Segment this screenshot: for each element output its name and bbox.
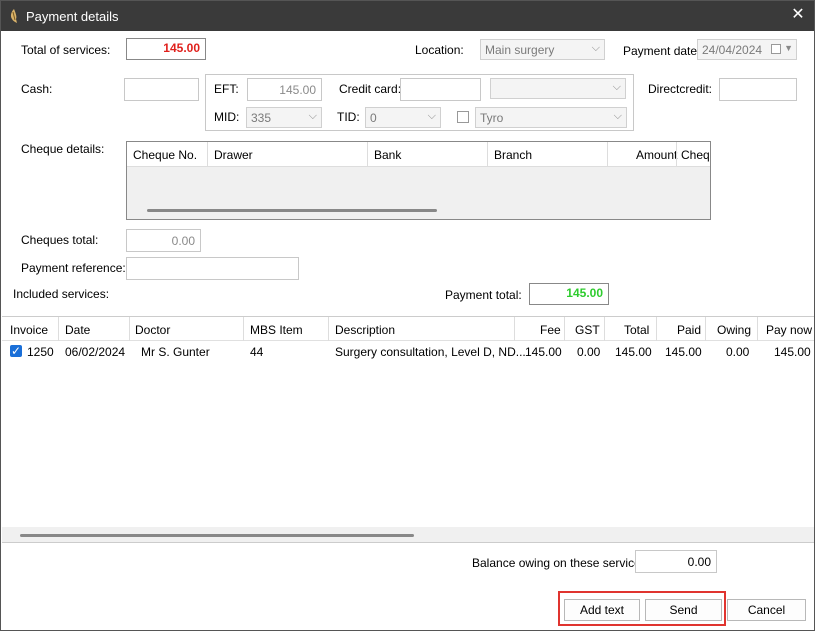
cheque-col-bank[interactable]: Bank xyxy=(374,148,401,162)
cheque-grid-header: Cheque No. Drawer Bank Branch Amount Che… xyxy=(127,142,710,167)
calendar-checkbox-icon[interactable] xyxy=(771,44,781,54)
cell-total: 145.00 xyxy=(615,345,652,359)
window-title: Payment details xyxy=(26,9,119,24)
cheque-grid-scrollbar[interactable] xyxy=(147,209,437,212)
payment-total-value: 145.00 xyxy=(529,283,609,305)
credit-card-input[interactable] xyxy=(400,78,481,101)
cell-mbs-item: 44 xyxy=(250,345,264,359)
cheque-col-cheque[interactable]: Chequ xyxy=(681,148,710,162)
mid-select[interactable]: 335 ⌵ xyxy=(246,107,322,128)
services-grid[interactable]: Invoice Date Doctor MBS Item Description… xyxy=(2,316,814,543)
title-bar: Payment details ✕ xyxy=(1,1,814,31)
tyro-value: Tyro xyxy=(480,111,504,125)
services-grid-header: Invoice Date Doctor MBS Item Description… xyxy=(2,317,814,341)
col-fee[interactable]: Fee xyxy=(540,323,561,337)
tid-value: 0 xyxy=(370,111,377,125)
direct-credit-input[interactable] xyxy=(719,78,797,101)
mid-label: MID: xyxy=(214,110,240,124)
col-mbs-item[interactable]: MBS Item xyxy=(250,323,303,337)
cheque-details-grid[interactable]: Cheque No. Drawer Bank Branch Amount Che… xyxy=(126,141,711,220)
payment-reference-label: Payment reference: xyxy=(21,261,126,275)
col-pay-now[interactable]: Pay now xyxy=(766,323,812,337)
cash-input[interactable] xyxy=(124,78,199,101)
cell-owing: 0.00 xyxy=(726,345,750,359)
cell-doctor: Mr S. Gunter xyxy=(141,345,210,359)
cell-date: 06/02/2024 xyxy=(65,345,126,359)
payment-details-window: Payment details ✕ Total of services: 145… xyxy=(0,0,815,631)
location-select[interactable]: Main surgery ⌵ xyxy=(480,39,605,60)
tid-label: TID: xyxy=(337,110,360,124)
payment-date-label: Payment date: xyxy=(623,44,701,58)
cancel-button[interactable]: Cancel xyxy=(727,599,806,621)
tyro-select[interactable]: Tyro ⌵ xyxy=(475,107,627,128)
dropdown-arrow-icon[interactable]: ▼ xyxy=(784,43,793,53)
mid-value: 335 xyxy=(251,111,272,125)
chevron-down-icon: ⌵ xyxy=(308,110,317,122)
cheque-col-branch[interactable]: Branch xyxy=(494,148,532,162)
cheque-details-label: Cheque details: xyxy=(21,142,105,156)
cheque-col-amount[interactable]: Amount xyxy=(636,148,677,162)
col-doctor[interactable]: Doctor xyxy=(135,323,170,337)
balance-owing-label: Balance owing on these services: xyxy=(472,556,651,570)
col-invoice[interactable]: Invoice xyxy=(10,323,48,337)
col-description[interactable]: Description xyxy=(335,323,395,337)
credit-card-type-select[interactable]: ⌵ xyxy=(490,78,626,99)
col-owing[interactable]: Owing xyxy=(717,323,751,337)
col-total[interactable]: Total xyxy=(624,323,649,337)
total-services-label: Total of services: xyxy=(21,43,111,57)
table-row[interactable]: ✓ 1250 06/02/2024 Mr S. Gunter 44 Surger… xyxy=(2,341,814,363)
cell-description: Surgery consultation, Level D, ND... xyxy=(335,345,526,359)
cheques-total-value: 0.00 xyxy=(126,229,201,252)
close-icon[interactable]: ✕ xyxy=(788,5,808,25)
payment-reference-input[interactable] xyxy=(126,257,299,280)
balance-owing-value: 0.00 xyxy=(635,550,717,573)
col-paid[interactable]: Paid xyxy=(677,323,701,337)
tid-select[interactable]: 0 ⌵ xyxy=(365,107,441,128)
cell-pay-now: 145.00 xyxy=(774,345,811,359)
services-grid-scrollbar[interactable] xyxy=(20,534,414,537)
cheque-col-cheque-no[interactable]: Cheque No. xyxy=(133,148,197,162)
cheques-total-label: Cheques total: xyxy=(21,233,99,247)
payment-total-label: Payment total: xyxy=(445,288,522,302)
eft-input[interactable]: 145.00 xyxy=(247,78,322,101)
location-label: Location: xyxy=(415,43,464,57)
col-date[interactable]: Date xyxy=(65,323,90,337)
credit-card-label: Credit card: xyxy=(339,82,402,96)
tyro-checkbox[interactable] xyxy=(457,111,469,123)
direct-credit-label: Directcredit: xyxy=(648,82,713,96)
eft-label: EFT: xyxy=(214,82,239,96)
app-logo-icon xyxy=(10,9,17,23)
send-button[interactable]: Send xyxy=(645,599,722,621)
included-services-label: Included services: xyxy=(13,287,110,301)
cell-gst: 0.00 xyxy=(577,345,601,359)
chevron-down-icon: ⌵ xyxy=(613,110,622,122)
cell-invoice: 1250 xyxy=(27,345,54,359)
add-text-button[interactable]: Add text xyxy=(564,599,640,621)
cash-label: Cash: xyxy=(21,82,53,96)
row-checkbox-checked-icon[interactable]: ✓ xyxy=(10,345,22,357)
location-value: Main surgery xyxy=(485,43,555,57)
chevron-down-icon: ⌵ xyxy=(427,110,436,122)
payment-date-picker[interactable]: 24/04/2024 ▼ xyxy=(697,39,797,60)
cell-paid: 145.00 xyxy=(665,345,702,359)
chevron-down-icon: ⌵ xyxy=(612,81,621,93)
cheque-col-drawer[interactable]: Drawer xyxy=(214,148,253,162)
cell-fee: 145.00 xyxy=(525,345,562,359)
payment-date-value: 24/04/2024 xyxy=(702,43,763,57)
total-services-value: 145.00 xyxy=(126,38,206,60)
chevron-down-icon: ⌵ xyxy=(591,42,600,54)
col-gst[interactable]: GST xyxy=(575,323,600,337)
